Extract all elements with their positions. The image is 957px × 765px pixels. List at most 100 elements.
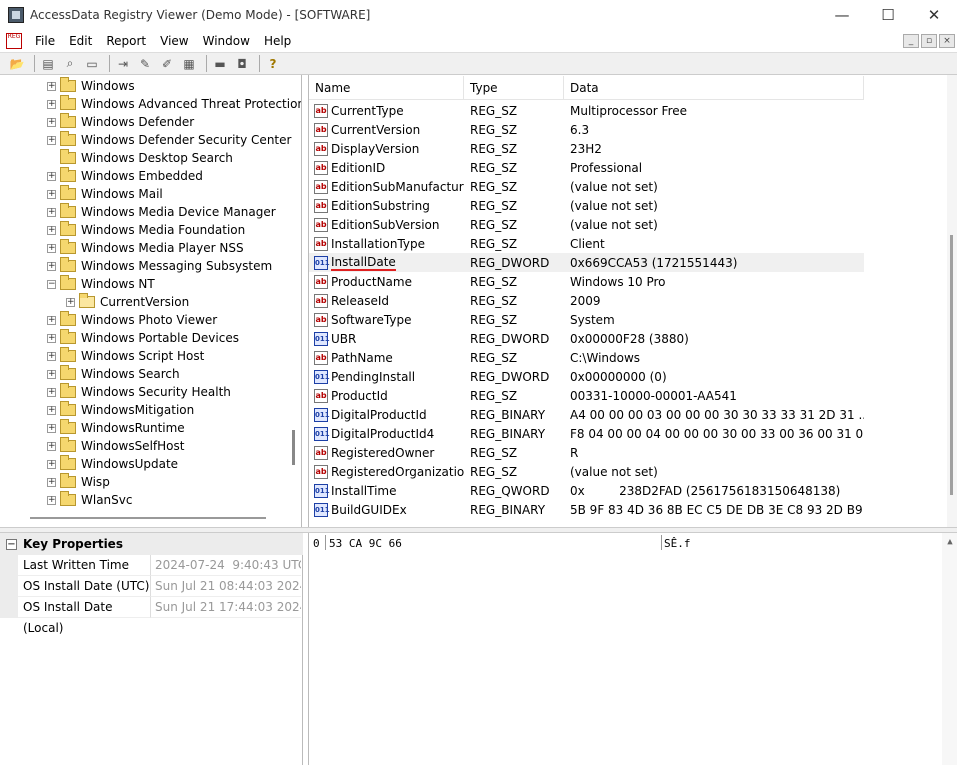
find-next-icon[interactable]: ▭ (83, 55, 101, 73)
expand-icon[interactable]: + (47, 441, 56, 451)
column-header-data[interactable]: Data (564, 76, 864, 100)
report-icon[interactable]: ✎ (136, 55, 154, 73)
expand-icon[interactable]: + (47, 171, 56, 181)
tree-item[interactable]: + Wisp (47, 473, 110, 491)
expand-icon[interactable]: + (47, 351, 56, 361)
export-icon[interactable]: ⇥ (114, 55, 132, 73)
table-row[interactable]: ab EditionID REG_SZ Professional (309, 158, 864, 177)
tree-item[interactable]: + WlanSvc (47, 491, 132, 509)
key-properties-header[interactable]: − Key Properties (0, 533, 303, 555)
expand-icon[interactable]: + (47, 135, 56, 145)
tree-horizontal-scrollbar[interactable] (30, 517, 266, 519)
expand-icon[interactable]: + (47, 117, 56, 127)
tree-scrollbar-thumb[interactable] (292, 430, 295, 465)
print-icon[interactable]: ▤ (39, 55, 57, 73)
expand-icon[interactable]: + (47, 459, 56, 469)
expand-icon[interactable]: + (47, 387, 56, 397)
table-row[interactable]: ab EditionSubVersion REG_SZ (value not set) (309, 215, 864, 234)
document-icon[interactable]: REG (6, 33, 22, 49)
mdi-close-button[interactable]: × (939, 34, 955, 48)
tree-item[interactable]: + Windows Media Player NSS (47, 239, 244, 257)
registry-tree[interactable]: + Windows + Windows Advanced Threat Protect… (0, 75, 302, 527)
expand-icon[interactable]: + (47, 99, 56, 109)
scroll-up-icon[interactable]: ▲ (942, 537, 957, 547)
tree-item[interactable]: + Windows Defender Security Center (47, 131, 291, 149)
table-row[interactable]: ab RegisteredOwner REG_SZ R (309, 443, 864, 462)
collapse-icon[interactable]: − (47, 279, 56, 289)
table-row[interactable]: 011 DigitalProductId REG_BINARY A4 00 00 00… (309, 405, 864, 424)
table-row[interactable]: ab CurrentType REG_SZ Multiprocessor Free (309, 101, 864, 120)
expand-icon[interactable]: + (47, 495, 56, 505)
expand-icon[interactable]: + (47, 207, 56, 217)
expand-icon[interactable]: + (47, 405, 56, 415)
menu-help[interactable]: Help (257, 34, 298, 48)
mdi-minimize-button[interactable]: _ (903, 34, 919, 48)
tree-item[interactable]: + Windows Advanced Threat Protection (47, 95, 301, 113)
table-row[interactable]: ab SoftwareType REG_SZ System (309, 310, 864, 329)
expand-icon[interactable]: + (66, 297, 75, 307)
expand-icon[interactable]: + (47, 369, 56, 379)
expand-icon[interactable]: + (47, 423, 56, 433)
table-row[interactable]: ab EditionSubManufacturer REG_SZ (value not… (309, 177, 864, 196)
expand-icon[interactable]: + (47, 225, 56, 235)
camera-icon[interactable]: ◘ (233, 55, 251, 73)
maximize-button[interactable]: ☐ (865, 0, 911, 30)
table-row[interactable]: 011 InstallDate REG_DWORD 0x669CCA53 (17215… (309, 253, 864, 272)
table-row[interactable]: ab CurrentVersion REG_SZ 6.3 (309, 120, 864, 139)
tree-item[interactable]: + Windows Messaging Subsystem (47, 257, 272, 275)
tree-item[interactable]: + Windows Security Health (47, 383, 231, 401)
table-row[interactable]: 011 BuildGUIDEx REG_BINARY 5B 9F 83 4D 36 8… (309, 500, 864, 519)
key-icon[interactable]: ▬ (211, 55, 229, 73)
tree-item[interactable]: + Windows (47, 77, 135, 95)
table-row[interactable]: ab EditionSubstring REG_SZ (value not set) (309, 196, 864, 215)
tree-item[interactable]: + Windows Portable Devices (47, 329, 239, 347)
column-header-name[interactable]: Name (309, 76, 464, 100)
tree-item[interactable]: Windows Desktop Search (47, 149, 233, 167)
tree-item[interactable]: + Windows Search (47, 365, 180, 383)
tree-item[interactable]: + Windows Media Foundation (47, 221, 245, 239)
expand-icon[interactable]: + (47, 477, 56, 487)
expand-icon[interactable]: + (47, 243, 56, 253)
find-icon[interactable]: ⌕ (61, 55, 79, 73)
expand-icon[interactable]: + (47, 315, 56, 325)
table-row[interactable]: 011 DigitalProductId4 REG_BINARY F8 04 00 0… (309, 424, 864, 443)
tree-item[interactable]: − Windows NT (47, 275, 155, 293)
tree-item[interactable]: + WindowsRuntime (47, 419, 185, 437)
tree-item[interactable]: + WindowsUpdate (47, 455, 178, 473)
property-row[interactable]: OS Install Date (Local) Sun Jul 21 17:44:… (0, 597, 303, 635)
menu-view[interactable]: View (153, 34, 195, 48)
table-row[interactable]: ab InstallationType REG_SZ Client (309, 234, 864, 253)
tree-item[interactable]: + Windows Media Device Manager (47, 203, 276, 221)
menu-window[interactable]: Window (196, 34, 257, 48)
property-row[interactable]: Last Written Time 2024-07-24 9:40:43 UTC (0, 555, 303, 576)
tree-item[interactable]: + WindowsSelfHost (47, 437, 184, 455)
tree-item[interactable]: + Windows Defender (47, 113, 194, 131)
tree-item[interactable]: + CurrentVersion (66, 293, 189, 311)
minimize-button[interactable]: — (819, 0, 865, 30)
values-list[interactable]: Name Type Data ab CurrentType REG_SZ Multip… (308, 75, 957, 527)
property-row[interactable]: OS Install Date (UTC) Sun Jul 21 08:44:03… (0, 576, 303, 597)
hex-view[interactable]: 0 53 CA 9C 66 SÊ.f ▲ (308, 533, 957, 765)
mdi-restore-button[interactable]: ▫ (921, 34, 937, 48)
list-scrollbar-thumb[interactable] (950, 235, 953, 495)
expand-icon[interactable]: + (47, 333, 56, 343)
help-icon[interactable]: ? (264, 55, 282, 73)
table-row[interactable]: ab ProductName REG_SZ Windows 10 Pro (309, 272, 864, 291)
tree-item[interactable]: + WindowsMitigation (47, 401, 194, 419)
expand-icon[interactable]: + (47, 81, 56, 91)
tree-item[interactable]: + Windows Mail (47, 185, 163, 203)
tree-item[interactable]: + Windows Embedded (47, 167, 203, 185)
hex-scrollbar[interactable] (942, 533, 957, 765)
expand-icon[interactable]: + (47, 189, 56, 199)
tree-item[interactable]: + Windows Script Host (47, 347, 204, 365)
table-row[interactable]: ab ReleaseId REG_SZ 2009 (309, 291, 864, 310)
table-row[interactable]: 011 InstallTime REG_QWORD 0x 238D2FAD (2561… (309, 481, 864, 500)
table-row[interactable]: 011 UBR REG_DWORD 0x00000F28 (3880) (309, 329, 864, 348)
summary-icon[interactable]: ▦ (180, 55, 198, 73)
column-header-type[interactable]: Type (464, 76, 564, 100)
table-row[interactable]: 011 PendingInstall REG_DWORD 0x00000000 (0) (309, 367, 864, 386)
menu-file[interactable]: File (28, 34, 62, 48)
menu-edit[interactable]: Edit (62, 34, 99, 48)
menu-report[interactable]: Report (99, 34, 153, 48)
expand-icon[interactable]: + (47, 261, 56, 271)
